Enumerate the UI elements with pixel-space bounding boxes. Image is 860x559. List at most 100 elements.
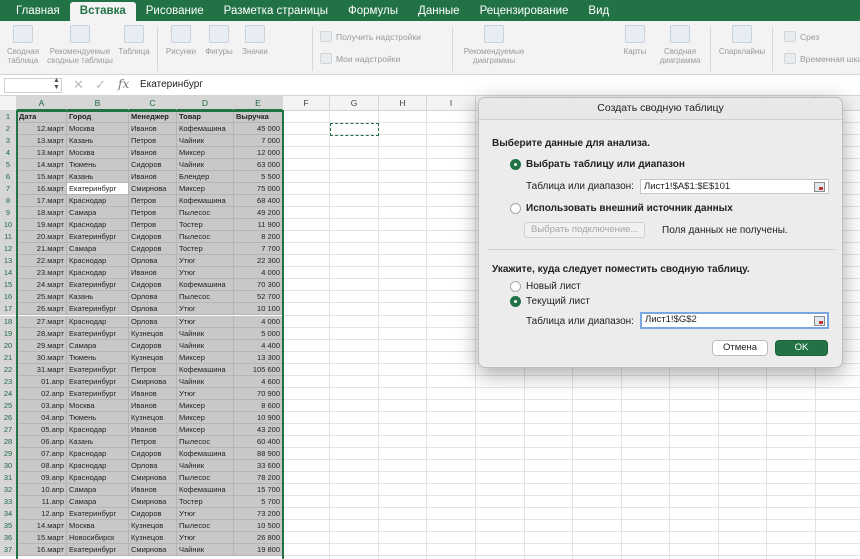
table-cell[interactable]: 5 700 xyxy=(234,495,283,508)
row-header[interactable]: 1 xyxy=(0,111,17,124)
table-cell[interactable]: 12 000 xyxy=(234,147,283,160)
table-cell[interactable]: Пылесос xyxy=(177,471,234,484)
table-cell[interactable]: 70 300 xyxy=(234,279,283,292)
timeline-button[interactable]: Временная шка xyxy=(784,53,860,64)
table-cell[interactable]: 08.апр xyxy=(17,459,67,472)
table-cell[interactable]: Казань xyxy=(67,171,129,184)
table-cell[interactable]: Самара xyxy=(67,339,129,352)
row-header[interactable]: 29 xyxy=(0,447,17,460)
row-header[interactable]: 30 xyxy=(0,459,17,472)
function-icon[interactable]: fx xyxy=(118,77,129,91)
table-cell[interactable]: Тостер xyxy=(177,219,234,232)
column-header[interactable]: H xyxy=(379,96,427,111)
row-header[interactable]: 5 xyxy=(0,159,17,172)
table-cell[interactable]: Чайник xyxy=(177,459,234,472)
table-cell[interactable]: Орлова xyxy=(129,459,177,472)
row-header[interactable]: 20 xyxy=(0,339,17,352)
table-cell[interactable]: 15.март xyxy=(17,532,67,545)
cancel-button[interactable]: Отмена xyxy=(712,340,768,356)
table-cell[interactable]: Миксер xyxy=(177,351,234,364)
tab-home[interactable]: Главная xyxy=(6,2,70,21)
table-cell[interactable]: 8 600 xyxy=(234,399,283,412)
table-cell[interactable]: Кофемашина xyxy=(177,195,234,208)
row-header[interactable]: 24 xyxy=(0,387,17,400)
tab-review[interactable]: Рецензирование xyxy=(470,2,579,21)
table-cell[interactable]: Пылесос xyxy=(177,291,234,304)
radio-select-table[interactable] xyxy=(510,159,521,170)
table-cell[interactable]: Екатеринбург xyxy=(67,375,129,388)
table-cell[interactable]: 105 600 xyxy=(234,363,283,376)
tab-page-layout[interactable]: Разметка страницы xyxy=(214,2,338,21)
table-cell[interactable]: Сидоров xyxy=(129,243,177,256)
source-range-input[interactable]: Лист1!$A$1:$E$101 xyxy=(640,179,829,194)
table-cell[interactable]: Самара xyxy=(67,483,129,496)
row-header[interactable]: 32 xyxy=(0,483,17,496)
table-cell[interactable]: Чайник xyxy=(177,339,234,352)
table-cell[interactable]: 04.апр xyxy=(17,411,67,424)
row-header[interactable]: 6 xyxy=(0,171,17,184)
table-cell[interactable]: 14.март xyxy=(17,520,67,533)
radio-select-table-label[interactable]: Выбрать таблицу или диапазон xyxy=(526,159,685,170)
table-cell[interactable]: 7 000 xyxy=(234,135,283,148)
table-cell[interactable]: Казань xyxy=(67,291,129,304)
table-cell[interactable]: 22.март xyxy=(17,255,67,268)
table-cell[interactable]: Чайник xyxy=(177,544,234,557)
table-cell[interactable]: Утюг xyxy=(177,315,234,328)
table-cell[interactable]: Смирнова xyxy=(129,183,177,196)
table-cell[interactable]: Сидоров xyxy=(129,339,177,352)
table-cell[interactable]: Утюг xyxy=(177,267,234,280)
tab-data[interactable]: Данные xyxy=(408,2,470,21)
table-cell[interactable]: 30.март xyxy=(17,351,67,364)
table-cell[interactable]: Утюг xyxy=(177,532,234,545)
table-cell[interactable]: 22 300 xyxy=(234,255,283,268)
column-header[interactable]: A xyxy=(17,96,67,111)
table-cell[interactable]: 14.март xyxy=(17,159,67,172)
table-cell[interactable]: 12.март xyxy=(17,123,67,136)
table-cell[interactable]: 13.март xyxy=(17,135,67,148)
table-cell[interactable]: Петров xyxy=(129,195,177,208)
table-cell[interactable]: 7 700 xyxy=(234,243,283,256)
header-cell[interactable]: Дата xyxy=(17,111,67,124)
header-cell[interactable]: Город xyxy=(67,111,129,124)
table-cell[interactable]: Екатеринбург xyxy=(67,387,129,400)
table-cell[interactable]: 23.март xyxy=(17,267,67,280)
table-cell[interactable]: Смирнова xyxy=(129,375,177,388)
formula-input[interactable]: Екатеринбург xyxy=(140,79,203,90)
table-cell[interactable]: 63 000 xyxy=(234,159,283,172)
table-cell[interactable]: 78 200 xyxy=(234,471,283,484)
table-cell[interactable]: 27.март xyxy=(17,315,67,328)
table-cell[interactable]: 11 900 xyxy=(234,219,283,232)
table-cell[interactable]: Кузнецов xyxy=(129,411,177,424)
row-header[interactable]: 37 xyxy=(0,544,17,557)
recommended-pivot-button[interactable]: Рекомендуемые сводные таблицы xyxy=(44,25,116,65)
table-cell[interactable]: Сидоров xyxy=(129,447,177,460)
table-cell[interactable]: Чайник xyxy=(177,375,234,388)
table-cell[interactable]: Екатеринбург xyxy=(67,231,129,244)
tab-draw[interactable]: Рисование xyxy=(136,2,214,21)
radio-external-source-label[interactable]: Использовать внешний источник данных xyxy=(526,203,733,214)
table-cell[interactable]: 29.март xyxy=(17,339,67,352)
row-header[interactable]: 35 xyxy=(0,520,17,533)
pivot-chart-button[interactable]: Сводная диаграмма xyxy=(655,25,705,65)
table-cell[interactable]: Иванов xyxy=(129,387,177,400)
table-cell[interactable]: 11.апр xyxy=(17,495,67,508)
table-cell[interactable]: Казань xyxy=(67,135,129,148)
table-cell[interactable]: 4 000 xyxy=(234,267,283,280)
table-cell[interactable]: 06.апр xyxy=(17,435,67,448)
column-header[interactable]: G xyxy=(330,96,379,111)
pivot-table-button[interactable]: Сводная таблица xyxy=(4,25,42,65)
row-header[interactable]: 11 xyxy=(0,231,17,244)
table-cell[interactable]: Краснодар xyxy=(67,423,129,436)
row-header[interactable]: 7 xyxy=(0,183,17,196)
table-cell[interactable]: Москва xyxy=(67,147,129,160)
table-cell[interactable]: Утюг xyxy=(177,507,234,520)
row-header[interactable]: 22 xyxy=(0,363,17,376)
tab-view[interactable]: Вид xyxy=(578,2,619,21)
row-header[interactable]: 36 xyxy=(0,532,17,545)
table-cell[interactable]: Кофемашина xyxy=(177,363,234,376)
radio-external-source[interactable] xyxy=(510,203,521,214)
table-cell[interactable]: Краснодар xyxy=(67,459,129,472)
table-cell[interactable]: 33 600 xyxy=(234,459,283,472)
slicer-button[interactable]: Срез xyxy=(784,31,819,42)
table-cell[interactable]: 4 600 xyxy=(234,375,283,388)
